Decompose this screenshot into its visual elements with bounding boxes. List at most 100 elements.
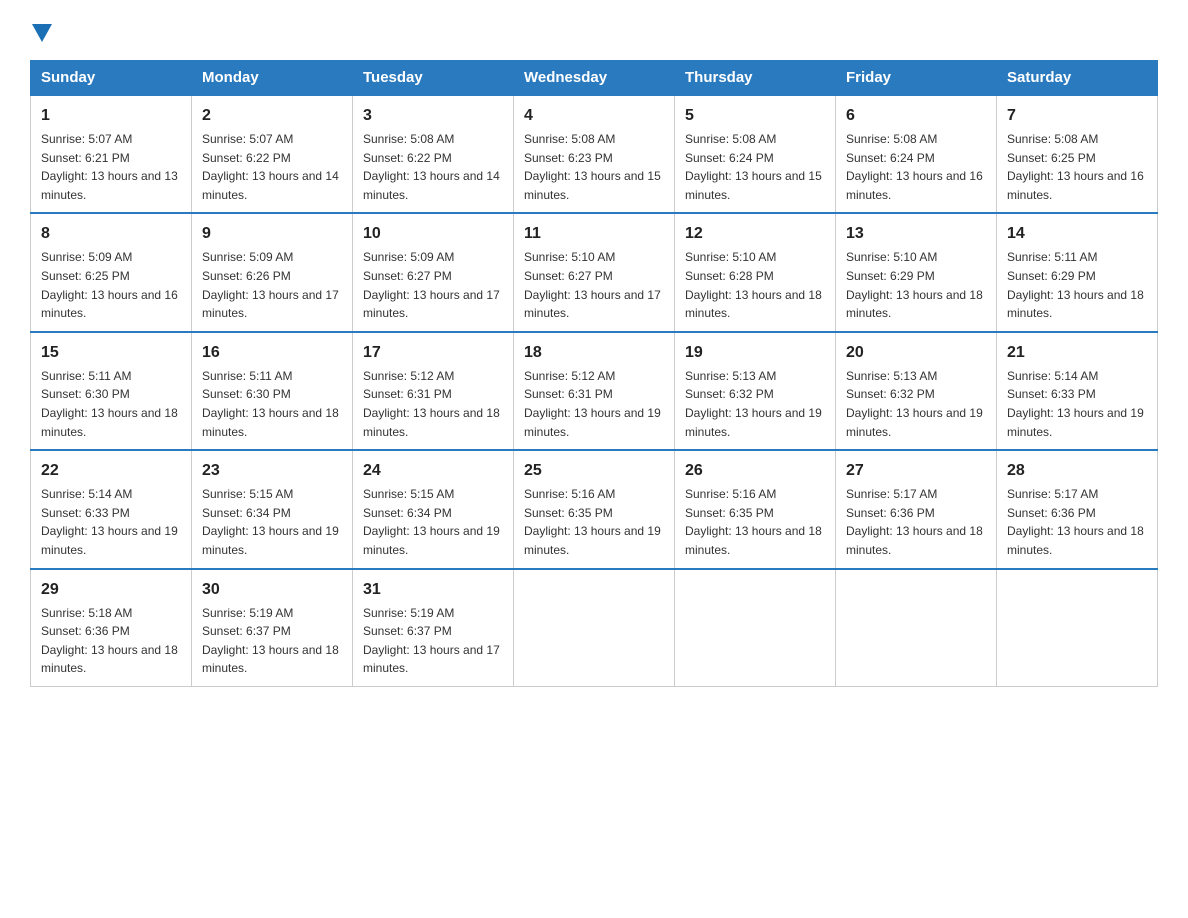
calendar-week-row: 1Sunrise: 5:07 AMSunset: 6:21 PMDaylight… xyxy=(31,95,1158,213)
day-number: 10 xyxy=(363,222,503,246)
day-number: 1 xyxy=(41,104,181,128)
day-number: 9 xyxy=(202,222,342,246)
day-cell-30: 30Sunrise: 5:19 AMSunset: 6:37 PMDayligh… xyxy=(192,569,353,687)
calendar-week-row: 8Sunrise: 5:09 AMSunset: 6:25 PMDaylight… xyxy=(31,213,1158,331)
day-info: Sunrise: 5:08 AMSunset: 6:25 PMDaylight:… xyxy=(1007,130,1147,204)
day-number: 17 xyxy=(363,341,503,365)
day-number: 11 xyxy=(524,222,664,246)
day-info: Sunrise: 5:13 AMSunset: 6:32 PMDaylight:… xyxy=(685,367,825,441)
day-cell-26: 26Sunrise: 5:16 AMSunset: 6:35 PMDayligh… xyxy=(675,450,836,568)
day-number: 2 xyxy=(202,104,342,128)
day-number: 8 xyxy=(41,222,181,246)
day-cell-13: 13Sunrise: 5:10 AMSunset: 6:29 PMDayligh… xyxy=(836,213,997,331)
day-info: Sunrise: 5:08 AMSunset: 6:22 PMDaylight:… xyxy=(363,130,503,204)
day-info: Sunrise: 5:12 AMSunset: 6:31 PMDaylight:… xyxy=(524,367,664,441)
day-number: 28 xyxy=(1007,459,1147,483)
day-info: Sunrise: 5:08 AMSunset: 6:24 PMDaylight:… xyxy=(685,130,825,204)
day-number: 29 xyxy=(41,578,181,602)
day-info: Sunrise: 5:19 AMSunset: 6:37 PMDaylight:… xyxy=(202,604,342,678)
day-info: Sunrise: 5:17 AMSunset: 6:36 PMDaylight:… xyxy=(846,485,986,559)
day-number: 6 xyxy=(846,104,986,128)
day-cell-12: 12Sunrise: 5:10 AMSunset: 6:28 PMDayligh… xyxy=(675,213,836,331)
day-number: 3 xyxy=(363,104,503,128)
day-number: 19 xyxy=(685,341,825,365)
calendar-week-row: 22Sunrise: 5:14 AMSunset: 6:33 PMDayligh… xyxy=(31,450,1158,568)
day-info: Sunrise: 5:17 AMSunset: 6:36 PMDaylight:… xyxy=(1007,485,1147,559)
day-number: 15 xyxy=(41,341,181,365)
day-number: 4 xyxy=(524,104,664,128)
day-number: 22 xyxy=(41,459,181,483)
day-number: 7 xyxy=(1007,104,1147,128)
day-info: Sunrise: 5:08 AMSunset: 6:23 PMDaylight:… xyxy=(524,130,664,204)
day-cell-28: 28Sunrise: 5:17 AMSunset: 6:36 PMDayligh… xyxy=(997,450,1158,568)
empty-day-cell xyxy=(675,569,836,687)
day-cell-4: 4Sunrise: 5:08 AMSunset: 6:23 PMDaylight… xyxy=(514,95,675,213)
day-info: Sunrise: 5:16 AMSunset: 6:35 PMDaylight:… xyxy=(685,485,825,559)
day-cell-23: 23Sunrise: 5:15 AMSunset: 6:34 PMDayligh… xyxy=(192,450,353,568)
day-number: 12 xyxy=(685,222,825,246)
weekday-header-thursday: Thursday xyxy=(675,61,836,96)
day-cell-5: 5Sunrise: 5:08 AMSunset: 6:24 PMDaylight… xyxy=(675,95,836,213)
day-cell-9: 9Sunrise: 5:09 AMSunset: 6:26 PMDaylight… xyxy=(192,213,353,331)
day-cell-10: 10Sunrise: 5:09 AMSunset: 6:27 PMDayligh… xyxy=(353,213,514,331)
day-number: 31 xyxy=(363,578,503,602)
day-info: Sunrise: 5:07 AMSunset: 6:21 PMDaylight:… xyxy=(41,130,181,204)
day-info: Sunrise: 5:16 AMSunset: 6:35 PMDaylight:… xyxy=(524,485,664,559)
logo-triangle-icon xyxy=(32,24,52,42)
logo xyxy=(30,20,52,42)
day-cell-18: 18Sunrise: 5:12 AMSunset: 6:31 PMDayligh… xyxy=(514,332,675,450)
day-info: Sunrise: 5:18 AMSunset: 6:36 PMDaylight:… xyxy=(41,604,181,678)
day-info: Sunrise: 5:07 AMSunset: 6:22 PMDaylight:… xyxy=(202,130,342,204)
day-cell-22: 22Sunrise: 5:14 AMSunset: 6:33 PMDayligh… xyxy=(31,450,192,568)
day-cell-11: 11Sunrise: 5:10 AMSunset: 6:27 PMDayligh… xyxy=(514,213,675,331)
day-number: 25 xyxy=(524,459,664,483)
day-info: Sunrise: 5:19 AMSunset: 6:37 PMDaylight:… xyxy=(363,604,503,678)
day-cell-16: 16Sunrise: 5:11 AMSunset: 6:30 PMDayligh… xyxy=(192,332,353,450)
day-number: 20 xyxy=(846,341,986,365)
weekday-header-tuesday: Tuesday xyxy=(353,61,514,96)
weekday-header-saturday: Saturday xyxy=(997,61,1158,96)
day-info: Sunrise: 5:11 AMSunset: 6:30 PMDaylight:… xyxy=(202,367,342,441)
day-info: Sunrise: 5:15 AMSunset: 6:34 PMDaylight:… xyxy=(363,485,503,559)
day-cell-2: 2Sunrise: 5:07 AMSunset: 6:22 PMDaylight… xyxy=(192,95,353,213)
day-info: Sunrise: 5:10 AMSunset: 6:28 PMDaylight:… xyxy=(685,248,825,322)
calendar-week-row: 29Sunrise: 5:18 AMSunset: 6:36 PMDayligh… xyxy=(31,569,1158,687)
day-cell-29: 29Sunrise: 5:18 AMSunset: 6:36 PMDayligh… xyxy=(31,569,192,687)
day-number: 30 xyxy=(202,578,342,602)
weekday-header-friday: Friday xyxy=(836,61,997,96)
day-info: Sunrise: 5:12 AMSunset: 6:31 PMDaylight:… xyxy=(363,367,503,441)
calendar-header-row: SundayMondayTuesdayWednesdayThursdayFrid… xyxy=(31,61,1158,96)
day-number: 21 xyxy=(1007,341,1147,365)
day-cell-15: 15Sunrise: 5:11 AMSunset: 6:30 PMDayligh… xyxy=(31,332,192,450)
day-cell-25: 25Sunrise: 5:16 AMSunset: 6:35 PMDayligh… xyxy=(514,450,675,568)
day-cell-31: 31Sunrise: 5:19 AMSunset: 6:37 PMDayligh… xyxy=(353,569,514,687)
day-info: Sunrise: 5:10 AMSunset: 6:29 PMDaylight:… xyxy=(846,248,986,322)
day-info: Sunrise: 5:13 AMSunset: 6:32 PMDaylight:… xyxy=(846,367,986,441)
day-cell-27: 27Sunrise: 5:17 AMSunset: 6:36 PMDayligh… xyxy=(836,450,997,568)
day-info: Sunrise: 5:11 AMSunset: 6:29 PMDaylight:… xyxy=(1007,248,1147,322)
day-number: 23 xyxy=(202,459,342,483)
day-number: 26 xyxy=(685,459,825,483)
weekday-header-monday: Monday xyxy=(192,61,353,96)
day-cell-1: 1Sunrise: 5:07 AMSunset: 6:21 PMDaylight… xyxy=(31,95,192,213)
page-header xyxy=(30,20,1158,42)
day-number: 13 xyxy=(846,222,986,246)
day-cell-3: 3Sunrise: 5:08 AMSunset: 6:22 PMDaylight… xyxy=(353,95,514,213)
day-info: Sunrise: 5:15 AMSunset: 6:34 PMDaylight:… xyxy=(202,485,342,559)
day-cell-7: 7Sunrise: 5:08 AMSunset: 6:25 PMDaylight… xyxy=(997,95,1158,213)
day-cell-19: 19Sunrise: 5:13 AMSunset: 6:32 PMDayligh… xyxy=(675,332,836,450)
day-cell-14: 14Sunrise: 5:11 AMSunset: 6:29 PMDayligh… xyxy=(997,213,1158,331)
day-cell-8: 8Sunrise: 5:09 AMSunset: 6:25 PMDaylight… xyxy=(31,213,192,331)
empty-day-cell xyxy=(997,569,1158,687)
day-cell-6: 6Sunrise: 5:08 AMSunset: 6:24 PMDaylight… xyxy=(836,95,997,213)
day-number: 14 xyxy=(1007,222,1147,246)
weekday-header-sunday: Sunday xyxy=(31,61,192,96)
day-number: 24 xyxy=(363,459,503,483)
day-cell-20: 20Sunrise: 5:13 AMSunset: 6:32 PMDayligh… xyxy=(836,332,997,450)
day-cell-17: 17Sunrise: 5:12 AMSunset: 6:31 PMDayligh… xyxy=(353,332,514,450)
calendar-week-row: 15 Sunrise: 5:11 AMSunset: 6:30 PMDayligh… xyxy=(31,332,1158,450)
day-number: 27 xyxy=(846,459,986,483)
empty-day-cell xyxy=(514,569,675,687)
day-cell-24: 24Sunrise: 5:15 AMSunset: 6:34 PMDayligh… xyxy=(353,450,514,568)
day-number: 18 xyxy=(524,341,664,365)
